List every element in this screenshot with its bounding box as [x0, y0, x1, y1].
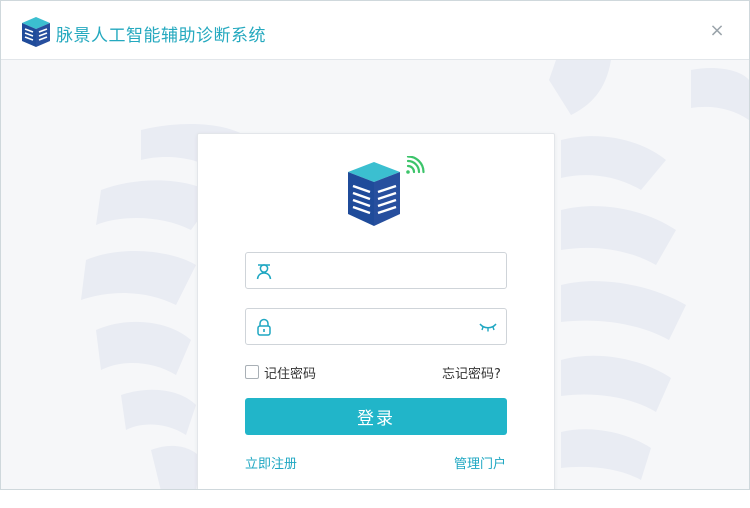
password-field[interactable]: [245, 308, 507, 345]
password-input[interactable]: [280, 309, 470, 344]
login-button[interactable]: 登录: [245, 398, 507, 435]
checkbox-box[interactable]: [245, 365, 259, 379]
lock-icon: [257, 318, 271, 336]
close-button[interactable]: ×: [707, 21, 727, 41]
admin-portal-link[interactable]: 管理门户: [454, 453, 506, 472]
remember-password-checkbox[interactable]: 记住密码: [245, 364, 317, 382]
username-input[interactable]: [280, 253, 470, 288]
register-link[interactable]: 立即注册: [245, 453, 297, 472]
card-logo-icon: [348, 156, 425, 226]
close-icon: ×: [709, 20, 725, 41]
app-title: 脉景人工智能辅助诊断系统: [56, 26, 266, 46]
remember-password-label: 记住密码: [264, 366, 317, 382]
login-window: 脉景人工智能辅助诊断系统 × 记住密码 忘记密码? 登录 立即注册 管理门户: [0, 0, 750, 490]
login-card: 记住密码 忘记密码? 登录 立即注册 管理门户: [197, 133, 555, 489]
forgot-password-link[interactable]: 忘记密码?: [442, 363, 501, 382]
username-field[interactable]: [245, 252, 507, 289]
title-bar[interactable]: 脉景人工智能辅助诊断系统 ×: [1, 1, 749, 60]
user-icon: [256, 264, 272, 280]
app-logo-icon: [22, 17, 50, 47]
wifi-signal-icon: [406, 156, 425, 174]
eye-closed-icon[interactable]: [479, 320, 497, 334]
